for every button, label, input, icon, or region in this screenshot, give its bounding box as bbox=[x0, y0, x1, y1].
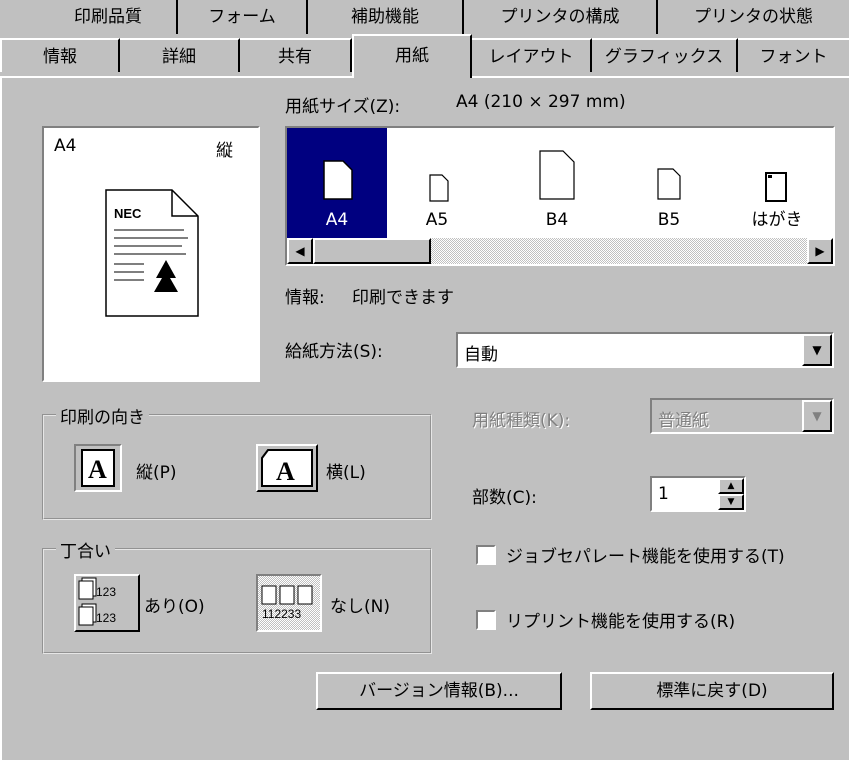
paper-item-b4[interactable]: B4 bbox=[507, 128, 607, 238]
scroll-thumb[interactable] bbox=[313, 238, 431, 264]
paper-b5-label: B5 bbox=[657, 210, 681, 230]
collate-no-button[interactable]: 112233 bbox=[256, 574, 322, 632]
paper-postcard-label: はがき bbox=[751, 210, 803, 230]
paper-a4-icon bbox=[323, 160, 353, 200]
collate-group-title: 丁合い bbox=[56, 537, 115, 562]
paper-a4-label: A4 bbox=[325, 210, 349, 230]
paper-item-a5[interactable]: A5 bbox=[387, 128, 487, 238]
paper-preview: A4 縦 NEC bbox=[42, 126, 260, 382]
paper-b5-icon bbox=[657, 168, 681, 200]
paper-source-dropdown-button[interactable]: ▼ bbox=[802, 334, 832, 366]
paper-item-b5[interactable]: B5 bbox=[619, 128, 719, 238]
portrait-label[interactable]: 縦(P) bbox=[136, 458, 177, 483]
paper-a5-icon bbox=[429, 174, 449, 202]
portrait-button[interactable]: A bbox=[74, 444, 122, 492]
tab-form[interactable]: フォーム bbox=[178, 0, 308, 34]
tab-fonts[interactable]: フォント bbox=[738, 38, 849, 72]
paper-item-postcard[interactable]: はがき bbox=[727, 128, 827, 238]
orientation-group-title: 印刷の向き bbox=[56, 403, 149, 428]
tab-share[interactable]: 共有 bbox=[240, 38, 352, 72]
restore-defaults-button[interactable]: 標準に戻す(D) bbox=[590, 672, 834, 710]
preview-size-label: A4 bbox=[54, 136, 77, 156]
paper-source-value: 自動 bbox=[464, 345, 498, 365]
paper-postcard-icon bbox=[765, 172, 787, 202]
paper-source-select[interactable]: 自動 ▼ bbox=[456, 332, 834, 368]
svg-text:A: A bbox=[88, 455, 107, 484]
paper-size-label: 用紙サイズ(Z): bbox=[285, 97, 401, 117]
tab-info[interactable]: 情報 bbox=[0, 38, 120, 72]
collate-yes-icon: 123 123 bbox=[78, 577, 116, 626]
info-label: 情報: bbox=[285, 288, 325, 308]
job-separator-label[interactable]: ジョブセパレート機能を使用する(T) bbox=[506, 542, 785, 567]
collate-yes-label[interactable]: あり(O) bbox=[144, 592, 205, 617]
copies-input[interactable]: 1 ▲ ▼ bbox=[650, 476, 746, 512]
paper-b4-icon bbox=[539, 150, 575, 200]
tab-aux-functions[interactable]: 補助機能 bbox=[308, 0, 464, 34]
media-type-dropdown-button: ▼ bbox=[802, 400, 832, 432]
landscape-button[interactable]: A bbox=[256, 444, 318, 492]
tab-layout[interactable]: レイアウト bbox=[472, 38, 592, 72]
paper-size-value: A4 (210 × 297 mm) bbox=[456, 92, 626, 112]
media-type-value: 普通紙 bbox=[658, 411, 709, 431]
collate-yes-button[interactable]: 123 123 bbox=[74, 574, 140, 632]
job-separator-checkbox[interactable] bbox=[476, 545, 496, 565]
version-info-button[interactable]: バージョン情報(B)... bbox=[316, 672, 562, 710]
collate-no-label[interactable]: なし(N) bbox=[330, 592, 390, 617]
copies-up-button[interactable]: ▲ bbox=[718, 478, 744, 494]
svg-text:A: A bbox=[276, 457, 295, 486]
landscape-icon: A bbox=[261, 449, 313, 487]
collate-group: 丁合い 123 123 あり(O) 112233 なし(N) bbox=[42, 537, 432, 654]
copies-value: 1 bbox=[658, 484, 669, 504]
info-value: 印刷できます bbox=[352, 288, 454, 308]
paper-a5-label: A5 bbox=[425, 210, 449, 230]
paper-size-list[interactable]: A4 A5 B4 B5 はがき ◀ ▶ bbox=[285, 126, 835, 266]
svg-text:123: 123 bbox=[96, 585, 116, 599]
preview-orientation-label: 縦 bbox=[216, 141, 233, 161]
tab-row-front: 情報 詳細 共有 用紙 レイアウト グラフィックス フォント bbox=[0, 34, 849, 78]
copies-down-button[interactable]: ▼ bbox=[718, 494, 744, 510]
reprint-checkbox[interactable] bbox=[476, 610, 496, 630]
paper-source-label: 給紙方法(S): bbox=[285, 342, 383, 362]
tab-graphics[interactable]: グラフィックス bbox=[592, 38, 738, 72]
svg-text:112233: 112233 bbox=[262, 607, 301, 621]
portrait-icon: A bbox=[81, 449, 115, 487]
media-type-select: 普通紙 ▼ bbox=[650, 398, 834, 434]
svg-text:123: 123 bbox=[96, 611, 116, 625]
tab-row-back: 印刷品質 フォーム 補助機能 プリンタの構成 プリンタの状態 bbox=[0, 0, 849, 38]
svg-text:NEC: NEC bbox=[114, 206, 142, 221]
collate-no-icon: 112233 bbox=[261, 585, 313, 621]
preview-page-icon: NEC bbox=[104, 188, 200, 318]
paper-items: A4 A5 B4 B5 はがき bbox=[287, 128, 833, 238]
tab-printer-config[interactable]: プリンタの構成 bbox=[464, 0, 658, 34]
paper-list-scrollbar[interactable]: ◀ ▶ bbox=[287, 238, 833, 264]
media-type-label: 用紙種類(K): bbox=[472, 411, 571, 431]
paper-item-a4[interactable]: A4 bbox=[287, 128, 387, 238]
tab-print-quality[interactable]: 印刷品質 bbox=[40, 0, 178, 34]
copies-label: 部数(C): bbox=[472, 488, 537, 508]
scroll-right-button[interactable]: ▶ bbox=[807, 238, 833, 264]
scroll-left-button[interactable]: ◀ bbox=[287, 238, 313, 264]
tab-details[interactable]: 詳細 bbox=[120, 38, 240, 72]
orientation-group: 印刷の向き A 縦(P) A 横(L) bbox=[42, 403, 432, 520]
reprint-label[interactable]: リプリント機能を使用する(R) bbox=[506, 607, 735, 632]
landscape-label[interactable]: 横(L) bbox=[326, 458, 366, 483]
tab-paper[interactable]: 用紙 bbox=[352, 34, 472, 78]
paper-b4-label: B4 bbox=[545, 210, 569, 230]
tab-printer-status[interactable]: プリンタの状態 bbox=[658, 0, 849, 34]
